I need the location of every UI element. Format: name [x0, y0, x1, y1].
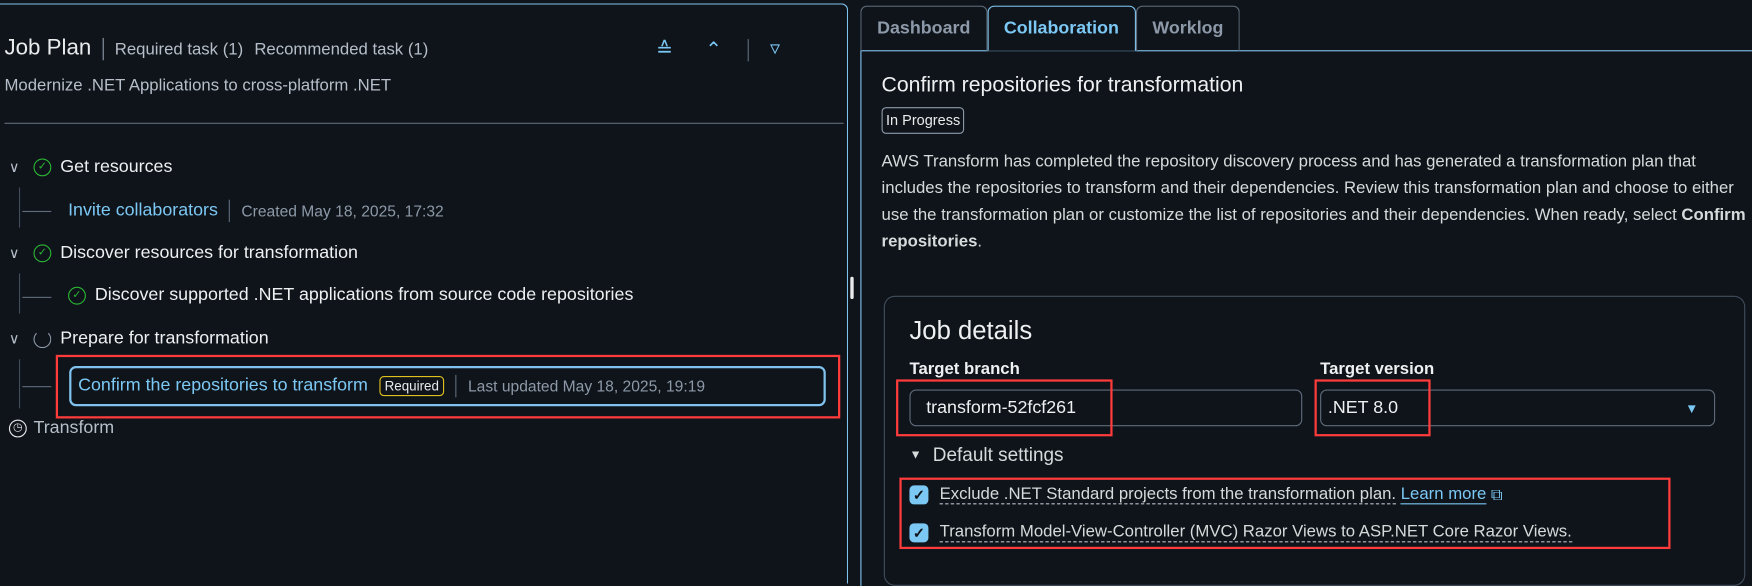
- tree-line: [22, 210, 52, 213]
- tab-bar: Dashboard Collaboration Worklog: [860, 5, 1241, 52]
- tab-collaboration[interactable]: Collaboration: [987, 5, 1136, 52]
- task-discover-applications[interactable]: ✓ Discover supported .NET applications fr…: [68, 286, 633, 306]
- default-settings-label: Default settings: [932, 444, 1064, 466]
- step-label: Discover resources for transformation: [60, 243, 358, 263]
- highlight-box: [899, 477, 1671, 550]
- tab-worklog[interactable]: Worklog: [1135, 5, 1241, 52]
- task-meta: Created May 18, 2025, 17:32: [241, 201, 444, 220]
- step-prepare[interactable]: ∨ Prepare for transformation: [9, 329, 269, 349]
- chevron-down-icon[interactable]: ∨: [9, 330, 34, 348]
- tree-line: [18, 187, 21, 228]
- job-plan-subtitle: Modernize .NET Applications to cross-pla…: [4, 75, 392, 95]
- target-version-label: Target version: [1320, 359, 1435, 379]
- panel-resize-handle[interactable]: [850, 276, 854, 300]
- highlight-box: [1314, 379, 1431, 437]
- invite-collaborators-link[interactable]: Invite collaborators: [68, 201, 218, 221]
- job-details-title: Job details: [909, 315, 1033, 345]
- clock-icon: ◷: [8, 419, 27, 438]
- step-label: Transform: [33, 418, 115, 438]
- target-branch-label: Target branch: [909, 359, 1020, 379]
- task-invite-collaborators: Invite collaborators Created May 18, 2025…: [68, 199, 444, 223]
- tree-line: [22, 296, 52, 298]
- check-circle-icon: ✓: [33, 244, 52, 263]
- description-text: AWS Transform has completed the reposito…: [881, 151, 1734, 225]
- spinner-icon: [33, 330, 52, 349]
- chevron-down-icon[interactable]: ∨: [9, 244, 34, 262]
- task-label: Discover supported .NET applications fro…: [94, 285, 634, 305]
- caret-down-icon: ▼: [909, 448, 922, 462]
- double-chevron-down-icon[interactable]: ≙: [656, 38, 673, 61]
- detail-description: AWS Transform has completed the reposito…: [882, 148, 1747, 255]
- default-settings-toggle[interactable]: ▼ Default settings: [909, 444, 1063, 466]
- job-plan-header: Job Plan Required task (1) Recommended tas…: [4, 36, 439, 62]
- double-chevron-up-icon[interactable]: ⌃: [705, 38, 722, 61]
- tree-line: [22, 386, 52, 388]
- job-plan-title: Job Plan: [4, 35, 92, 61]
- detail-title: Confirm repositories for transformation: [881, 73, 1244, 98]
- step-label: Prepare for transformation: [60, 329, 269, 349]
- status-badge: In Progress: [881, 107, 965, 134]
- divider: [747, 39, 749, 62]
- check-circle-icon: ✓: [68, 286, 86, 305]
- recommended-task-count[interactable]: Recommended task (1): [254, 40, 428, 59]
- step-discover-resources[interactable]: ∨ ✓ Discover resources for transformation: [9, 243, 358, 263]
- step-transform[interactable]: ◷ Transform: [8, 418, 115, 438]
- highlight-box: [55, 354, 841, 419]
- tab-dashboard[interactable]: Dashboard: [860, 5, 988, 52]
- chevron-down-icon[interactable]: ∨: [9, 158, 34, 176]
- step-label: Get resources: [60, 157, 173, 177]
- tree-line: [18, 273, 21, 314]
- caret-down-icon: ▼: [1685, 400, 1699, 416]
- required-task-count[interactable]: Required task (1): [115, 40, 243, 59]
- divider: [4, 122, 844, 124]
- highlight-box: [896, 379, 1113, 437]
- tree-line: [18, 359, 21, 409]
- step-get-resources[interactable]: ∨ ✓ Get resources: [9, 157, 172, 177]
- check-circle-icon: ✓: [33, 158, 52, 177]
- description-end: .: [977, 232, 983, 252]
- filter-icon[interactable]: ▿: [770, 37, 780, 60]
